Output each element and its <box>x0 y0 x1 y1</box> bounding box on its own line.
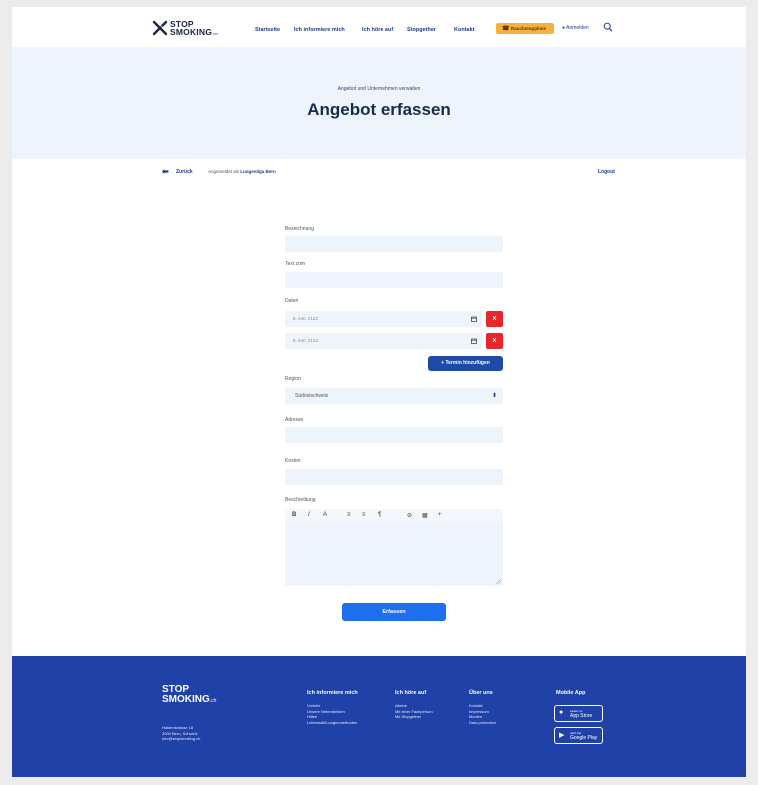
logo-cross-icon <box>152 20 168 36</box>
footer-heading-informiere: Ich informiere mich <box>307 690 358 696</box>
hotline-button[interactable]: ☎ Rauchstopplinie <box>496 23 554 34</box>
logout-link[interactable]: Logout <box>598 169 615 175</box>
date-input[interactable]: tt. mm. 2122 <box>285 311 482 327</box>
nav-link-stopgether[interactable]: Stopgether <box>407 27 436 33</box>
login-link[interactable]: ● Anmelden <box>562 25 589 31</box>
search-icon[interactable] <box>603 22 613 32</box>
add-date-button[interactable]: + Termin hinzufügen <box>428 356 503 371</box>
editor-toolbar: B I A ≡ ≡ ¶ ⊘ ▦ + <box>285 509 503 522</box>
nav-link-informiere[interactable]: Ich informiere mich <box>294 27 345 33</box>
description-label: Beschreibung <box>285 497 316 503</box>
footer-link[interactable]: Lebensstil/Lungenmethoden <box>307 720 357 726</box>
submit-button[interactable]: Erfassen <box>342 603 446 621</box>
image-icon[interactable]: ▦ <box>422 512 428 519</box>
region-select[interactable]: Südostschweiz ⬍ <box>285 388 503 404</box>
paragraph-icon[interactable]: ¶ <box>378 512 381 518</box>
insert-icon[interactable]: + <box>438 512 442 518</box>
resize-handle-icon[interactable] <box>496 579 501 584</box>
user-icon: ● <box>562 25 566 31</box>
address-input[interactable] <box>285 427 503 443</box>
app-store-badge[interactable]: ● Laden im App Store <box>554 705 603 722</box>
remove-date-button[interactable]: x <box>486 333 503 349</box>
footer-email-link[interactable]: info@stopsmoking.ch <box>162 736 200 742</box>
subtitle-input[interactable] <box>285 272 503 288</box>
subtitle-label: Text zum <box>285 261 306 267</box>
footer-heading-app: Mobile App <box>556 690 586 696</box>
costs-label: Kosten <box>285 458 301 464</box>
nav-link-hoere-auf[interactable]: Ich höre auf <box>362 27 393 33</box>
page-subtitle: Angebot und Unternehmen verwalten <box>337 86 421 92</box>
italic-icon[interactable]: I <box>308 512 310 518</box>
link-icon[interactable]: ⊘ <box>407 512 412 519</box>
footer-link[interactable]: Mit Stopgether <box>395 714 433 720</box>
phone-icon: ☎ <box>502 26 510 32</box>
top-navigation: STOP SMOKING.ch Startseite Ich informier… <box>12 7 746 47</box>
apple-icon: ● <box>559 709 564 716</box>
address-label: Adresse <box>285 417 304 423</box>
description-editor[interactable] <box>285 522 503 586</box>
calendar-icon[interactable] <box>471 338 477 344</box>
footer-logo[interactable]: STOP SMOKING.ch <box>162 685 216 706</box>
footer-link[interactable]: Data protection <box>469 720 496 726</box>
footer-heading-ueber-uns: Über uns <box>469 690 493 696</box>
footer-heading-hoere-auf: Ich höre auf <box>395 690 427 696</box>
remove-date-button[interactable]: x <box>486 311 503 327</box>
bold-icon[interactable]: B <box>292 512 296 518</box>
footer-links-hoere-auf: Alleine Mit einer Fachperson Mit Stopget… <box>395 703 433 720</box>
play-icon: ▶ <box>559 732 565 739</box>
footer: STOP SMOKING.ch Haldenstrasse 18 3000 Be… <box>12 656 746 777</box>
dates-label: Daten <box>285 298 299 304</box>
brand-logo[interactable]: STOP SMOKING.ch <box>152 19 218 39</box>
title-label: Bezeichnung <box>285 226 314 232</box>
footer-links-ueber-uns: Kontakt Impressum Medien Data protection <box>469 703 496 725</box>
page-header: Angebot und Unternehmen verwalten Angebo… <box>12 47 746 159</box>
select-arrows-icon: ⬍ <box>491 393 497 399</box>
font-size-icon[interactable]: A <box>323 512 327 518</box>
title-input[interactable] <box>285 236 503 252</box>
date-input[interactable]: tt. mm. 2122 <box>285 333 482 349</box>
nav-link-kontakt[interactable]: Kontakt <box>454 27 474 33</box>
back-arrow-icon: ⬅ <box>162 167 169 176</box>
costs-input[interactable] <box>285 469 503 485</box>
logged-in-as: Angemeldet als Lungenliga Bern <box>208 169 276 174</box>
google-play-badge[interactable]: ▶ Jetzt bei Google Play <box>554 727 603 744</box>
region-label: Region <box>285 376 301 382</box>
logo-text: STOP SMOKING.ch <box>170 19 218 37</box>
page: STOP SMOKING.ch Startseite Ich informier… <box>12 7 746 777</box>
footer-links-informiere: Vorteile Unsere Nebenbeiden Hilfen Leben… <box>307 703 357 725</box>
page-title: Angebot erfassen <box>307 100 451 119</box>
nav-link-startseite[interactable]: Startseite <box>255 27 280 33</box>
bullet-list-icon[interactable]: ≡ <box>347 512 351 518</box>
back-link[interactable]: ⬅ Zurück <box>162 167 212 177</box>
calendar-icon[interactable] <box>471 316 477 322</box>
footer-address: Haldenstrasse 18 3000 Bern, Schweiz info… <box>162 725 201 742</box>
numbered-list-icon[interactable]: ≡ <box>362 512 366 518</box>
